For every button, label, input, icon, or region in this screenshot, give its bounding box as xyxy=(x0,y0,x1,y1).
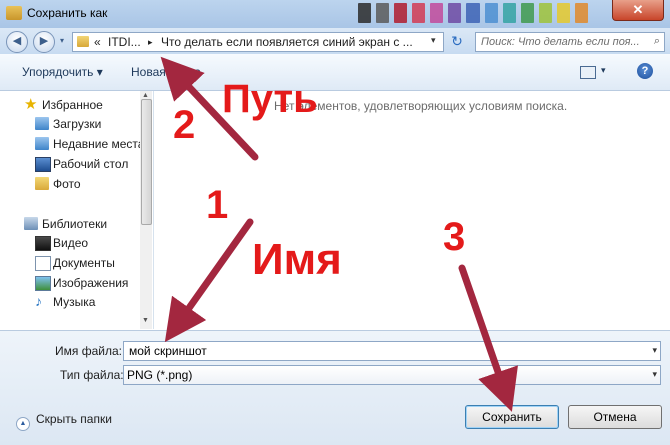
navigation-pane: ★ Избранное Загрузки Недавние места Рабо… xyxy=(0,91,154,329)
nav-desktop[interactable]: Рабочий стол xyxy=(35,155,129,173)
empty-search-message: Нет элементов, удовлетворяющих условиям … xyxy=(274,99,568,113)
save-form: Имя файла: ▾ Тип файла: PNG (*.png) ▾ ▲ С… xyxy=(0,330,670,445)
documents-icon xyxy=(35,256,51,271)
organize-button[interactable]: Упорядочить ▾ xyxy=(22,65,103,79)
nav-documents[interactable]: Документы xyxy=(35,254,115,272)
close-button[interactable]: ✕ xyxy=(612,0,664,21)
color-swatch xyxy=(520,3,534,23)
nav-video[interactable]: Видео xyxy=(35,234,89,252)
filetype-dropdown-icon[interactable]: ▾ xyxy=(652,369,657,380)
video-icon xyxy=(35,236,51,251)
scroll-up-arrow[interactable]: ▲ xyxy=(142,92,149,99)
new-folder-button[interactable]: Новая папка xyxy=(131,65,201,79)
desktop-icon xyxy=(35,157,51,172)
filetype-select[interactable]: PNG (*.png) ▾ xyxy=(123,365,661,385)
annotation-number-3: 3 xyxy=(443,215,466,259)
color-swatch xyxy=(412,3,426,23)
annotation-name-label: Имя xyxy=(252,235,342,284)
save-button[interactable]: Сохранить xyxy=(465,405,559,429)
command-toolbar: Упорядочить ▾ Новая папка ▾ ? xyxy=(0,54,670,91)
nav-music-label: Музыка xyxy=(53,295,96,309)
navigation-pane-scrollbar[interactable]: ▲ ▼ xyxy=(140,91,152,329)
color-swatch xyxy=(394,3,408,23)
filetype-value: PNG (*.png) xyxy=(127,368,193,382)
nav-images-label: Изображения xyxy=(53,276,129,290)
star-icon: ★ xyxy=(24,96,38,113)
filetype-label: Тип файла: xyxy=(60,368,124,382)
color-swatch xyxy=(484,3,498,23)
nav-libraries-label: Библиотеки xyxy=(42,217,108,231)
nav-recent-places[interactable]: Недавние места xyxy=(35,135,145,153)
scroll-down-arrow[interactable]: ▼ xyxy=(142,317,149,324)
downloads-folder-icon xyxy=(35,117,49,130)
libraries-icon xyxy=(24,217,38,230)
address-dropdown[interactable]: ▾ xyxy=(431,35,436,46)
search-input[interactable] xyxy=(479,33,643,51)
nav-favorites[interactable]: ★ Избранное xyxy=(24,96,103,114)
nav-documents-label: Документы xyxy=(53,256,115,270)
nav-favorites-label: Избранное xyxy=(42,98,103,112)
filename-label: Имя файла: xyxy=(55,344,122,358)
nav-photo-label: Фото xyxy=(53,177,81,191)
save-dialog-icon xyxy=(6,6,22,20)
annotation-number-2: 2 xyxy=(173,103,196,147)
recent-pages-dropdown[interactable]: ▾ xyxy=(60,36,64,45)
collapse-icon: ▲ xyxy=(16,417,30,431)
color-swatch xyxy=(358,3,372,23)
annotation-path-label: Путь xyxy=(222,77,318,121)
breadcrumb-current-folder[interactable]: Что делать если появляется синий экран с… xyxy=(161,35,413,49)
back-button[interactable]: ◀ xyxy=(6,31,28,53)
images-icon xyxy=(35,276,51,291)
music-icon: ♪ xyxy=(35,293,42,309)
search-box[interactable]: ⌕ xyxy=(475,32,665,52)
nav-photo[interactable]: Фото xyxy=(35,175,81,193)
color-swatch xyxy=(448,3,462,23)
view-options-dropdown[interactable]: ▾ xyxy=(601,65,606,76)
filename-input[interactable] xyxy=(127,342,641,360)
nav-music[interactable]: ♪ Музыка xyxy=(35,293,96,311)
nav-video-label: Видео xyxy=(53,236,89,250)
color-swatch xyxy=(556,3,570,23)
color-swatch xyxy=(574,3,589,23)
color-swatch xyxy=(502,3,516,23)
cancel-button[interactable]: Отмена xyxy=(568,405,662,429)
filename-dropdown-icon[interactable]: ▾ xyxy=(652,345,657,356)
nav-libraries[interactable]: Библиотеки xyxy=(24,215,108,233)
hide-folders-button[interactable]: ▲ Скрыть папки xyxy=(16,412,112,431)
recent-places-icon xyxy=(35,137,49,150)
refresh-button[interactable]: ↻ xyxy=(446,32,468,50)
nav-downloads[interactable]: Загрузки xyxy=(35,115,102,133)
help-icon[interactable]: ? xyxy=(637,63,653,79)
scrollbar-thumb[interactable] xyxy=(141,99,152,225)
breadcrumb-itdi[interactable]: ITDI... xyxy=(108,35,141,49)
nav-downloads-label: Загрузки xyxy=(53,117,102,131)
view-options-icon[interactable] xyxy=(580,66,596,79)
hide-folders-label: Скрыть папки xyxy=(36,412,112,426)
file-list[interactable]: Нет элементов, удовлетворяющих условиям … xyxy=(154,91,670,329)
color-swatch xyxy=(538,3,552,23)
address-bar[interactable]: « ITDI... ▸ Что делать если появляется с… xyxy=(72,32,444,52)
filename-field[interactable]: ▾ xyxy=(123,341,661,361)
nav-recent-label: Недавние места xyxy=(53,137,145,151)
color-swatch xyxy=(376,3,390,23)
background-color-swatches xyxy=(358,3,589,25)
folder-icon xyxy=(35,177,49,190)
breadcrumb-overflow[interactable]: « xyxy=(94,35,101,49)
search-icon[interactable]: ⌕ xyxy=(654,35,660,48)
color-swatch xyxy=(430,3,444,23)
color-swatch xyxy=(466,3,480,23)
nav-images[interactable]: Изображения xyxy=(35,274,129,292)
navigation-bar: ◀ ▶ ▾ « ITDI... ▸ Что делать если появля… xyxy=(0,28,670,54)
title-bar: Сохранить как ✕ xyxy=(0,0,670,28)
annotation-number-1: 1 xyxy=(206,183,229,227)
window-title: Сохранить как xyxy=(27,6,108,20)
breadcrumb-separator[interactable]: ▸ xyxy=(148,37,153,48)
folder-icon xyxy=(77,36,89,47)
forward-button[interactable]: ▶ xyxy=(33,31,55,53)
nav-desktop-label: Рабочий стол xyxy=(53,157,129,171)
